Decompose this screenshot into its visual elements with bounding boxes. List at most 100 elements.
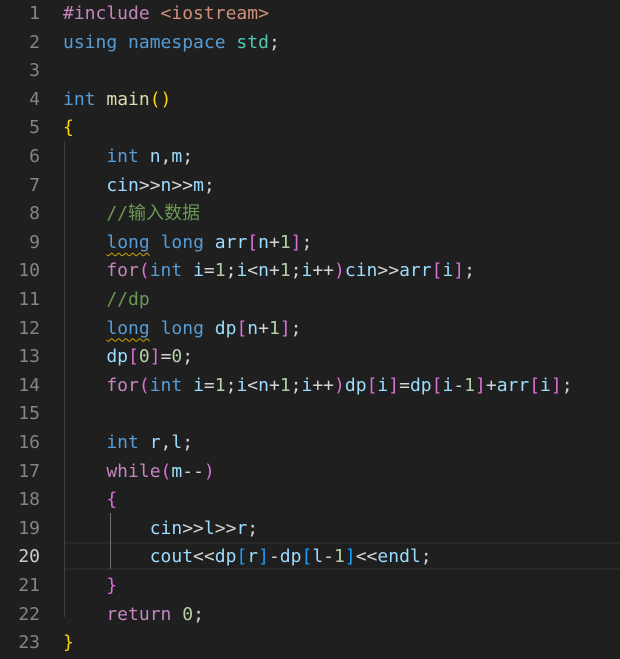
line-number: 8 (29, 203, 40, 225)
code-token: ; (464, 260, 475, 282)
code-token: long (106, 317, 150, 339)
code-line[interactable]: 4 int main() (0, 86, 620, 114)
code-line[interactable]: 9 long long arr[n+1]; (0, 229, 620, 257)
code-line[interactable]: 8 //输入数据 (0, 200, 620, 228)
code-token: ] (290, 231, 302, 253)
code-token: ; (193, 603, 204, 625)
code-token: { (63, 117, 74, 139)
code-line[interactable]: 23} (0, 629, 620, 657)
code-token: ; (420, 546, 432, 568)
code-line[interactable]: 17 while(m--) (0, 458, 620, 486)
code-token: { (106, 489, 118, 511)
code-token: //输入数据 (63, 203, 201, 225)
code-token: = (203, 260, 215, 282)
code-line[interactable]: 5{ (0, 114, 620, 142)
code-token: l (312, 546, 324, 568)
code-token: >> (214, 517, 237, 539)
code-line[interactable]: 22 return 0; (0, 601, 620, 629)
code-line[interactable]: 6 int n,m; (0, 143, 620, 171)
code-line[interactable]: 14 for(int i=1;i<n+1;i++)dp[i]=dp[i-1]+a… (0, 372, 620, 400)
code-text: { (63, 486, 117, 514)
code-token: i (442, 374, 454, 396)
code-line[interactable]: 21 } (0, 572, 620, 600)
code-line[interactable]: 13 dp[0]=0; (0, 343, 620, 371)
code-token: - (453, 374, 465, 396)
code-token: ] (258, 546, 269, 568)
code-token: n (160, 174, 172, 196)
code-token: ] (279, 317, 291, 339)
line-number: 22 (18, 603, 40, 625)
code-token: int (63, 146, 139, 167)
code-line[interactable]: 18 { (0, 486, 620, 514)
code-text: cin>>l>>r; (63, 515, 258, 543)
code-editor[interactable]: 1 #include <iostream> 2 using namespace std… (0, 0, 620, 659)
code-line[interactable]: 2 using namespace std; (0, 29, 620, 57)
code-token: dp (344, 374, 367, 396)
code-token: while (63, 460, 161, 482)
code-token: < (247, 260, 259, 282)
code-token: i (377, 374, 389, 396)
code-text: } (63, 572, 117, 600)
code-token: cout (63, 546, 194, 568)
code-line[interactable]: 3 (0, 57, 620, 85)
line-number: 9 (29, 231, 40, 253)
code-token: r (236, 517, 248, 539)
code-token: long (160, 231, 204, 253)
line-number: 21 (18, 575, 40, 596)
code-token: >> (182, 517, 204, 539)
code-token: 0 (138, 346, 150, 368)
code-token: return (63, 603, 172, 625)
code-token: long (106, 231, 150, 253)
line-number: 13 (18, 346, 40, 368)
code-token: i (442, 260, 454, 282)
code-token: using (63, 31, 118, 53)
code-token: 1 (268, 317, 280, 339)
code-line[interactable]: 20 cout<<dp[r]-dp[l-1]<<endl; (0, 543, 620, 571)
code-line[interactable]: 19 cin>>l>>r; (0, 515, 620, 543)
code-token: -- (182, 460, 204, 482)
code-line[interactable]: 11 //dp (0, 286, 620, 314)
code-token: } (63, 632, 74, 654)
code-token: + (268, 260, 280, 282)
code-token: int (63, 432, 139, 453)
code-token: ; (182, 346, 194, 368)
code-token: } (106, 575, 118, 596)
code-token: 1 (279, 260, 291, 282)
code-token: cin (63, 174, 139, 196)
line-number: 6 (29, 146, 40, 167)
code-token: ] (475, 374, 486, 396)
code-token: namespace (128, 31, 226, 53)
code-token: [ (301, 546, 313, 568)
code-line[interactable]: 15 (0, 400, 620, 428)
code-text: long long arr[n+1]; (63, 229, 312, 257)
code-token: ; (203, 174, 215, 196)
code-token: m (171, 146, 183, 167)
code-token: [ (236, 546, 248, 568)
code-line[interactable]: 10 for(int i=1;i<n+1;i++)cin>>arr[i]; (0, 257, 620, 285)
code-line[interactable]: 12 long long dp[n+1]; (0, 315, 620, 343)
code-token: arr (214, 231, 248, 253)
code-token: [ (431, 260, 443, 282)
code-token: 1 (464, 374, 475, 396)
code-token: for (63, 374, 139, 396)
code-token: r (247, 546, 259, 568)
code-token: 1 (334, 546, 345, 568)
code-token: ; (225, 374, 237, 396)
code-token: ] (344, 546, 356, 568)
line-number: 7 (29, 174, 40, 196)
code-token: ; (561, 374, 573, 396)
code-line[interactable]: 16 int r,l; (0, 429, 620, 457)
code-token: = (160, 346, 172, 368)
code-token: = (399, 374, 410, 396)
code-line[interactable]: 7 cin>>n>>m; (0, 172, 620, 200)
code-token: [ (128, 346, 139, 368)
code-token: >> (377, 260, 400, 282)
code-line[interactable]: 1 #include <iostream> (0, 0, 620, 28)
line-number: 20 (18, 546, 40, 568)
